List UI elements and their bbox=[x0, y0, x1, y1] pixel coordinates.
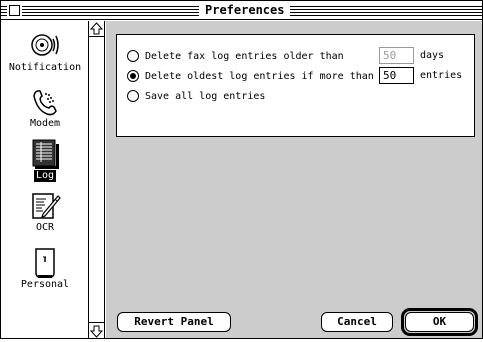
delete-oldest-label: Delete oldest log entries if more than bbox=[145, 70, 374, 82]
option-delete-oldest[interactable]: Delete oldest log entries if more than bbox=[127, 68, 374, 84]
preferences-window: Preferences Notification Modem Log OCR P… bbox=[0, 0, 483, 339]
scroll-down-arrow-icon[interactable] bbox=[89, 322, 104, 338]
sidebar-item-label: Log bbox=[33, 170, 57, 182]
delete-oldest-radio[interactable] bbox=[127, 70, 139, 82]
revert-panel-button[interactable]: Revert Panel bbox=[117, 312, 231, 332]
close-box[interactable] bbox=[7, 3, 22, 18]
phone-handset-icon bbox=[33, 90, 57, 116]
delete-older-label: Delete fax log entries older than bbox=[145, 50, 344, 62]
sidebar-item-label: OCR bbox=[35, 222, 55, 233]
sidebar-item-label: Personal bbox=[20, 279, 70, 290]
option-save-all[interactable]: Save all log entries bbox=[127, 88, 265, 104]
save-all-radio[interactable] bbox=[127, 90, 139, 102]
personal-card-icon bbox=[35, 248, 55, 278]
ok-button[interactable]: OK bbox=[405, 312, 474, 332]
log-document-icon bbox=[32, 139, 59, 169]
sidebar-item-label: Modem bbox=[29, 118, 61, 129]
sidebar-item-log[interactable]: Log bbox=[1, 138, 89, 182]
log-settings-panel: Delete fax log entries older than 50 day… bbox=[106, 21, 482, 338]
scroll-up-arrow-icon[interactable] bbox=[89, 21, 104, 37]
days-field[interactable]: 50 bbox=[379, 47, 414, 64]
sidebar-item-modem[interactable]: Modem bbox=[1, 86, 89, 130]
sidebar-scrollbar[interactable] bbox=[89, 21, 105, 338]
entries-field[interactable]: 50 bbox=[379, 67, 414, 84]
speaker-icon bbox=[31, 34, 59, 56]
cancel-button[interactable]: Cancel bbox=[321, 312, 393, 332]
sidebar-item-ocr[interactable]: OCR bbox=[1, 190, 89, 234]
sidebar-item-label: Notification bbox=[8, 62, 82, 73]
sidebar-item-personal[interactable]: Personal bbox=[1, 247, 89, 291]
delete-older-radio[interactable] bbox=[127, 50, 139, 62]
ocr-page-pencil-icon bbox=[32, 193, 61, 219]
log-options-box: Delete fax log entries older than 50 day… bbox=[116, 34, 475, 137]
option-delete-older[interactable]: Delete fax log entries older than bbox=[127, 48, 344, 64]
title-bar[interactable]: Preferences bbox=[1, 1, 482, 20]
days-label: days bbox=[420, 50, 445, 61]
panel-sidebar: Notification Modem Log OCR Personal bbox=[1, 21, 89, 338]
sidebar-item-notification[interactable]: Notification bbox=[1, 30, 89, 74]
save-all-label: Save all log entries bbox=[145, 90, 266, 102]
window-title: Preferences bbox=[199, 3, 291, 18]
entries-label: entries bbox=[420, 70, 463, 81]
